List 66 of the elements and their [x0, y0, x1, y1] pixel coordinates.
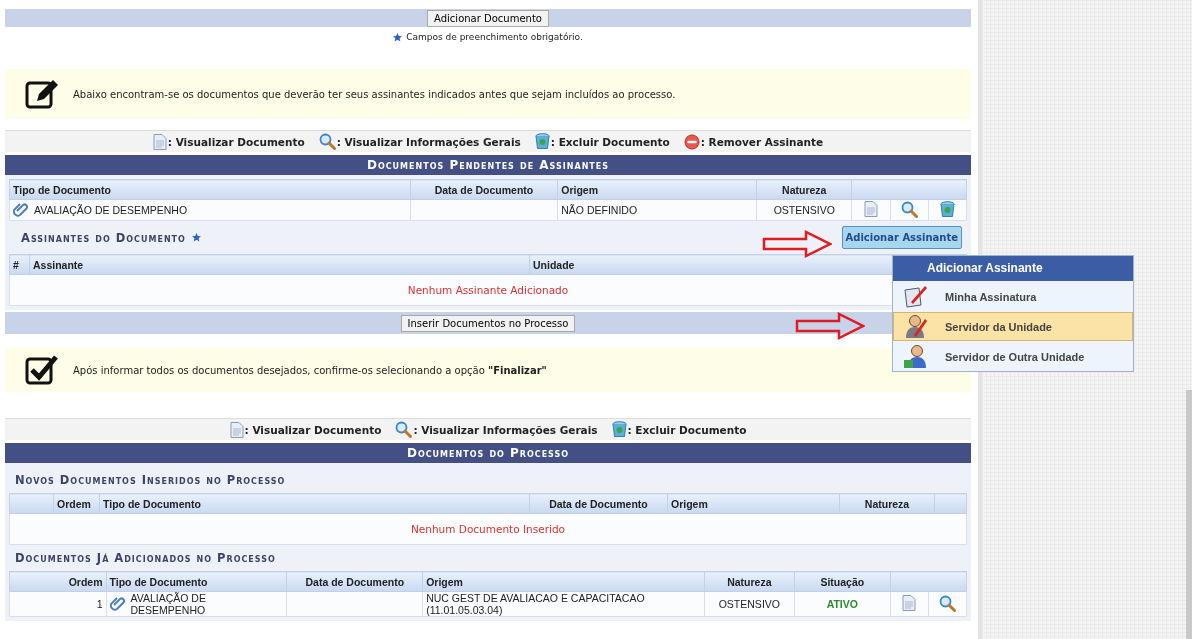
status-cell: ATIVO: [794, 591, 891, 617]
legend-label: : Remover Assinante: [700, 135, 824, 148]
table-cell: NUC GEST DE AVALIACAO E CAPACITACAO (11.01.05.03.04): [422, 591, 705, 617]
subsection-title: Novos Documentos Inseridos no Processo: [14, 472, 287, 489]
add-signer-button[interactable]: Adicionar Assinante: [841, 226, 962, 249]
search-icon: [395, 421, 413, 438]
person-icon: [903, 342, 929, 369]
notice-text: Abaixo encontram-se os documentos que deverão ter seus assinantes indicados antes que sejam incluídos ao processo.: [73, 88, 676, 100]
subsection-title: Documentos Já Adicionados no Processo: [14, 550, 277, 567]
signature-icon: [903, 283, 929, 308]
search-icon: [938, 594, 956, 612]
column-header: #: [9, 254, 30, 275]
paperclip-icon: [13, 202, 29, 218]
star-icon: [191, 233, 201, 242]
star-icon: [393, 32, 403, 42]
search-icon: [900, 200, 918, 218]
table-cell: AVALIAÇÃO DE DESEMPENHO: [106, 591, 287, 617]
column-header: Tipo de Documento: [9, 179, 411, 200]
legend-label: : Visualizar Informações Gerais: [413, 423, 598, 436]
table-cell: AVALIAÇÃO DE DESEMPENHO: [9, 199, 411, 221]
required-note: Campos de preenchimento obrigatório.: [406, 32, 583, 42]
menu-item[interactable]: Servidor da Unidade: [893, 312, 1133, 341]
edit-icon: [25, 77, 59, 111]
insert-documents-button[interactable]: Inserir Documentos no Processo: [400, 315, 576, 332]
legend-label: : Visualizar Documento: [244, 423, 382, 436]
column-header: Data de Documento: [529, 493, 668, 514]
document-icon: [864, 201, 879, 217]
trash-icon: [534, 133, 550, 150]
column-header: Natureza: [839, 493, 935, 514]
column-header: Tipo de Documento: [106, 571, 287, 592]
section-header: Documentos Pendentes de Assinantes: [5, 155, 971, 175]
menu-item[interactable]: Servidor de Outra Unidade: [893, 342, 1133, 371]
trash-icon: [939, 200, 955, 218]
legend-label: : Excluir Documento: [627, 423, 747, 436]
column-header: Natureza: [756, 179, 852, 200]
column-header: Ordem: [9, 571, 106, 592]
menu-title: Adicionar Assinante: [893, 256, 1133, 281]
section-header: Documentos do Processo: [5, 443, 971, 463]
column-header: Tipo de Documento: [99, 493, 530, 514]
column-header: Assinante: [29, 254, 530, 275]
table-cell: 1: [9, 591, 106, 617]
person-icon: [903, 312, 929, 339]
notice-text: Após informar todos os documentos desejados, confirme-os selecionando a opção "Finalizar": [73, 364, 547, 376]
column-header: Ordem: [53, 493, 100, 514]
empty-message: Nenhum Documento Inserido: [9, 513, 967, 545]
paperclip-icon: [109, 596, 126, 612]
checkbox-icon: [25, 353, 59, 387]
column-header: Origem: [557, 179, 757, 200]
legend-label: : Visualizar Documento: [167, 135, 305, 148]
column-header: Origem: [422, 571, 705, 592]
column-header: Origem: [667, 493, 840, 514]
subsection-title: Assinantes do Documento: [21, 230, 186, 245]
arrow-drawing: [795, 312, 865, 340]
column-header: Situação: [794, 571, 891, 592]
search-icon: [318, 133, 336, 150]
legend-label: : Excluir Documento: [550, 135, 670, 148]
scrollbar[interactable]: [1186, 390, 1192, 639]
arrow-drawing: [762, 230, 832, 258]
column-header: Data de Documento: [410, 179, 558, 200]
document-icon: [902, 595, 917, 611]
legend-label: : Visualizar Informações Gerais: [336, 135, 521, 148]
add-document-button[interactable]: Adicionar Documento: [427, 10, 549, 27]
trash-icon: [611, 421, 627, 438]
column-header: Data de Documento: [286, 571, 423, 592]
column-header: Natureza: [704, 571, 795, 592]
table-cell: OSTENSIVO: [704, 591, 795, 617]
